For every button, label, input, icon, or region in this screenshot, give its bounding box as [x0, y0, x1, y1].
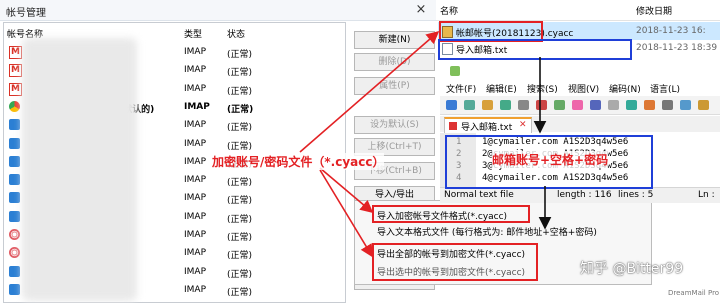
watermark: 知乎 @Bitter99 [580, 261, 684, 277]
annotation-cyacc: 加密账号/密码文件（*.cyacc） [212, 153, 385, 170]
annotation-email-format: 邮箱账号+空格+密码 [492, 151, 609, 168]
brand-label: DreamMail Pro [668, 289, 720, 297]
annotation-arrows [299, 30, 552, 258]
